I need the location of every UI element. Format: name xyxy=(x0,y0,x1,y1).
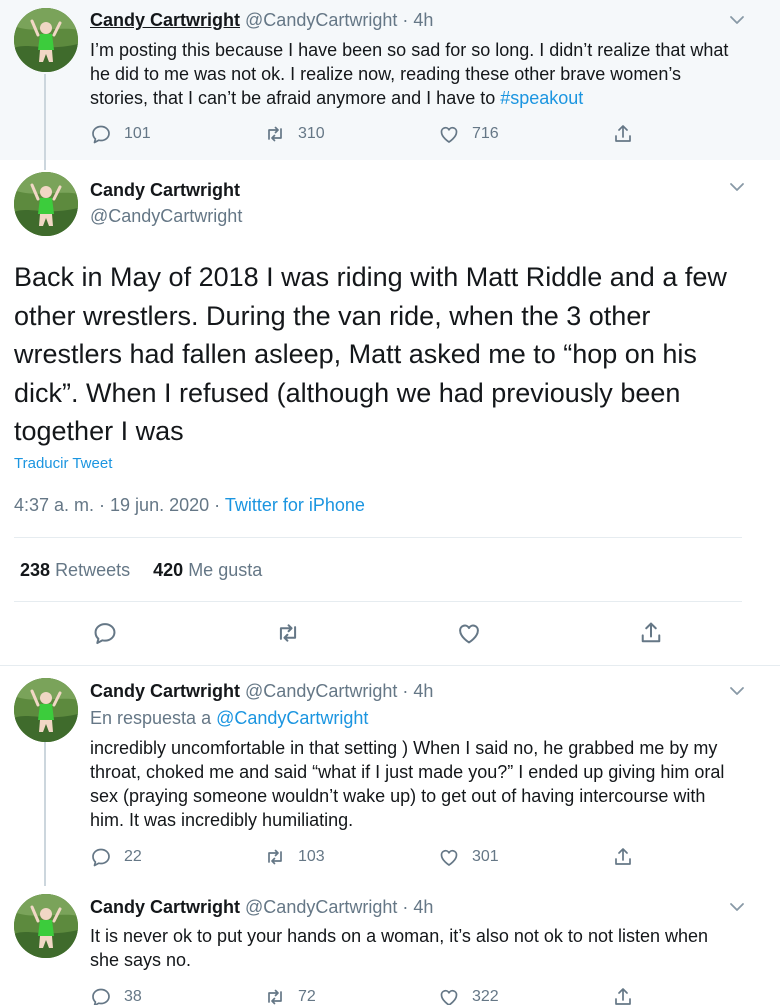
thread-line xyxy=(44,74,46,160)
reply-icon xyxy=(92,125,110,144)
share-button[interactable] xyxy=(612,123,634,145)
divider xyxy=(14,601,742,602)
like-icon xyxy=(440,849,458,866)
tweet-text: I’m posting this because I have been so … xyxy=(90,38,740,110)
tweet-header: Candy Cartwright @CandyCartwright · 4h xyxy=(90,681,433,702)
hashtag-link[interactable]: #speakout xyxy=(500,88,583,108)
reply-context: En respuesta a @CandyCartwright xyxy=(90,708,368,729)
like-stat-count: 420 xyxy=(153,560,184,580)
separator-dot: · xyxy=(402,681,409,701)
separator-dot: · xyxy=(214,495,221,515)
avatar[interactable] xyxy=(14,894,78,958)
separator-dot: · xyxy=(402,897,409,917)
author-name[interactable]: Candy Cartwright xyxy=(90,10,240,30)
tweet-header: Candy Cartwright @CandyCartwright · 4h xyxy=(90,897,433,918)
tweet-actions: 22 103 301 xyxy=(90,846,650,870)
share-icon xyxy=(615,988,631,1005)
reply-count: 101 xyxy=(124,125,151,142)
retweet-button[interactable]: 72 xyxy=(264,986,316,1005)
share-icon[interactable] xyxy=(638,620,664,646)
tweet-reply[interactable]: Candy Cartwright @CandyCartwright · 4h I… xyxy=(0,886,780,1005)
retweet-icon[interactable] xyxy=(275,620,301,646)
retweet-icon xyxy=(268,989,282,1005)
retweet-icon xyxy=(268,126,282,142)
share-icon xyxy=(615,125,631,142)
author-handle-line: @CandyCartwright xyxy=(90,206,242,227)
like-count: 301 xyxy=(472,848,499,865)
like-icon xyxy=(440,989,458,1005)
retweet-count: 72 xyxy=(298,988,316,1005)
share-icon xyxy=(615,848,631,865)
retweet-stat-label: Retweets xyxy=(55,560,131,580)
author-handle[interactable]: @CandyCartwright xyxy=(245,897,397,917)
engagement-stats: 238 Retweets 420 Me gusta xyxy=(20,560,262,581)
like-icon[interactable] xyxy=(456,620,482,646)
reply-icon xyxy=(92,988,110,1005)
chevron-down-icon[interactable] xyxy=(728,178,746,196)
chevron-down-icon[interactable] xyxy=(728,898,746,916)
tweet-actions: 101 310 716 xyxy=(90,123,650,147)
author-name[interactable]: Candy Cartwright xyxy=(90,180,240,200)
reply-icon xyxy=(92,848,110,867)
reply-to-link[interactable]: @CandyCartwright xyxy=(216,708,368,728)
retweet-stat-count: 238 xyxy=(20,560,51,580)
like-button[interactable]: 716 xyxy=(438,123,499,145)
retweet-stat[interactable]: 238 Retweets xyxy=(20,560,135,580)
reply-button[interactable]: 101 xyxy=(90,123,151,145)
tweet-time[interactable]: 4h xyxy=(413,897,433,917)
like-count: 716 xyxy=(472,125,499,142)
thread-line xyxy=(44,160,46,170)
share-button[interactable] xyxy=(612,986,634,1005)
author-name-line: Candy Cartwright xyxy=(90,180,240,201)
author-name[interactable]: Candy Cartwright xyxy=(90,681,240,701)
like-button[interactable]: 301 xyxy=(438,846,499,868)
separator-dot: · xyxy=(402,10,409,30)
reply-count: 38 xyxy=(124,988,142,1005)
reply-prefix: En respuesta a xyxy=(90,708,217,728)
avatar[interactable] xyxy=(14,8,78,72)
tweet-time[interactable]: 4h xyxy=(413,681,433,701)
author-handle[interactable]: @CandyCartwright xyxy=(245,681,397,701)
tweet-timestamp-line: 4:37 a. m. · 19 jun. 2020 · Twitter for … xyxy=(14,495,365,516)
avatar[interactable] xyxy=(14,172,78,236)
chevron-down-icon[interactable] xyxy=(728,682,746,700)
like-count: 322 xyxy=(472,988,499,1005)
tweet-parent[interactable]: Candy Cartwright @CandyCartwright · 4h I… xyxy=(0,0,780,160)
main-tweet-text: Back in May of 2018 I was riding with Ma… xyxy=(14,262,727,446)
author-handle[interactable]: @CandyCartwright xyxy=(90,206,242,226)
retweet-button[interactable]: 103 xyxy=(264,846,325,868)
like-icon xyxy=(440,126,458,143)
divider xyxy=(14,537,742,538)
tweet-actions: 38 72 322 xyxy=(90,986,650,1005)
main-tweet-actions xyxy=(0,620,780,650)
retweet-count: 103 xyxy=(298,848,325,865)
like-button[interactable]: 322 xyxy=(438,986,499,1005)
retweet-button[interactable]: 310 xyxy=(264,123,325,145)
avatar[interactable] xyxy=(14,678,78,742)
retweet-count: 310 xyxy=(298,125,325,142)
retweet-icon xyxy=(268,849,282,865)
author-handle[interactable]: @CandyCartwright xyxy=(245,10,397,30)
thread-line xyxy=(44,742,46,886)
like-stat[interactable]: 420 Me gusta xyxy=(153,560,262,580)
chevron-down-icon[interactable] xyxy=(728,11,746,29)
tweet-timestamp[interactable]: 4:37 a. m. · 19 jun. 2020 xyxy=(14,495,209,515)
tweet-text-main: I’m posting this because I have been so … xyxy=(90,40,729,108)
tweet-time[interactable]: 4h xyxy=(413,10,433,30)
reply-button[interactable]: 38 xyxy=(90,986,142,1005)
reply-count: 22 xyxy=(124,848,142,865)
tweet-reply[interactable]: Candy Cartwright @CandyCartwright · 4h E… xyxy=(0,666,780,886)
reply-button[interactable]: 22 xyxy=(90,846,142,868)
share-button[interactable] xyxy=(612,846,634,868)
tweet-source[interactable]: Twitter for iPhone xyxy=(225,495,365,515)
tweet-header: Candy Cartwright @CandyCartwright · 4h xyxy=(90,10,433,31)
tweet-text: It is never ok to put your hands on a wo… xyxy=(90,926,709,970)
translate-link[interactable]: Traducir Tweet xyxy=(14,455,112,472)
author-name[interactable]: Candy Cartwright xyxy=(90,897,240,917)
reply-icon[interactable] xyxy=(92,620,118,646)
tweet-text: incredibly uncomfortable in that setting… xyxy=(90,738,725,830)
like-stat-label: Me gusta xyxy=(188,560,263,580)
tweet-main: Candy Cartwright @CandyCartwright Back i… xyxy=(0,160,780,665)
